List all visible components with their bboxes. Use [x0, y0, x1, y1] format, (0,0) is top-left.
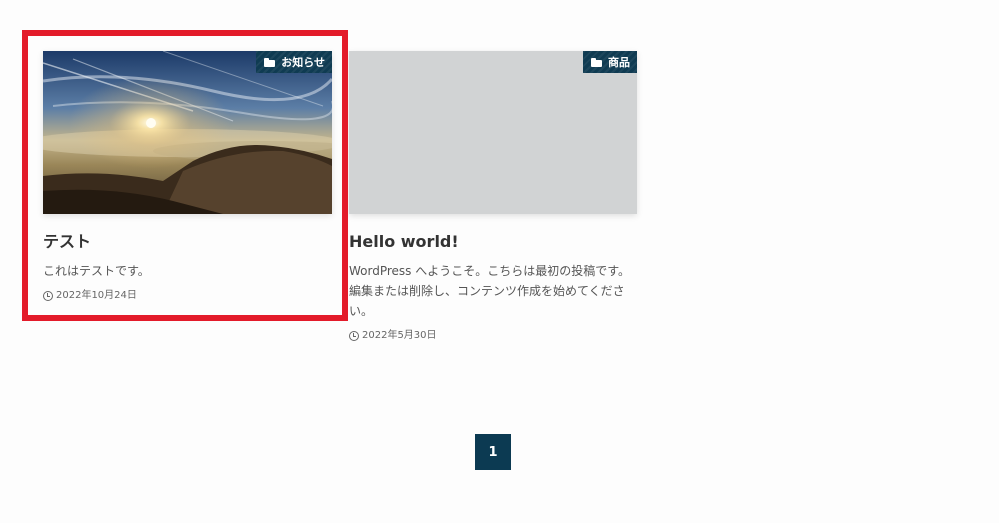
folder-icon — [264, 57, 276, 67]
category-badge[interactable]: お知らせ — [256, 51, 332, 73]
folder-icon — [591, 57, 602, 67]
clock-icon — [349, 331, 359, 341]
post-excerpt: WordPress へようこそ。こちらは最初の投稿です。編集または削除し、コンテ… — [349, 264, 631, 318]
post-card-test[interactable]: お知らせ テスト これはテストです。 2022年10月24日 — [43, 51, 332, 302]
post-list-page: お知らせ テスト これはテストです。 2022年10月24日 商品 Hello … — [0, 0, 999, 523]
mountain-sunset-image — [43, 51, 332, 214]
post-date-text: 2022年10月24日 — [56, 290, 137, 301]
post-thumbnail[interactable]: お知らせ — [43, 51, 332, 214]
post-date-text: 2022年5月30日 — [362, 330, 437, 341]
post-excerpt: これはテストです。 — [43, 264, 150, 278]
clock-icon — [43, 291, 53, 301]
pagination-page-current[interactable]: 1 — [475, 434, 511, 470]
post-card-hello-world[interactable]: 商品 Hello world! WordPress へようこそ。こちらは最初の投… — [349, 51, 637, 342]
post-date: 2022年5月30日 — [349, 330, 637, 342]
category-label: お知らせ — [281, 55, 325, 69]
post-date: 2022年10月24日 — [43, 290, 332, 302]
post-title[interactable]: Hello world! — [349, 231, 637, 252]
post-title[interactable]: テスト — [43, 231, 332, 252]
post-thumbnail-placeholder[interactable]: 商品 — [349, 51, 637, 214]
category-badge[interactable]: 商品 — [583, 51, 637, 73]
category-label: 商品 — [608, 55, 630, 69]
